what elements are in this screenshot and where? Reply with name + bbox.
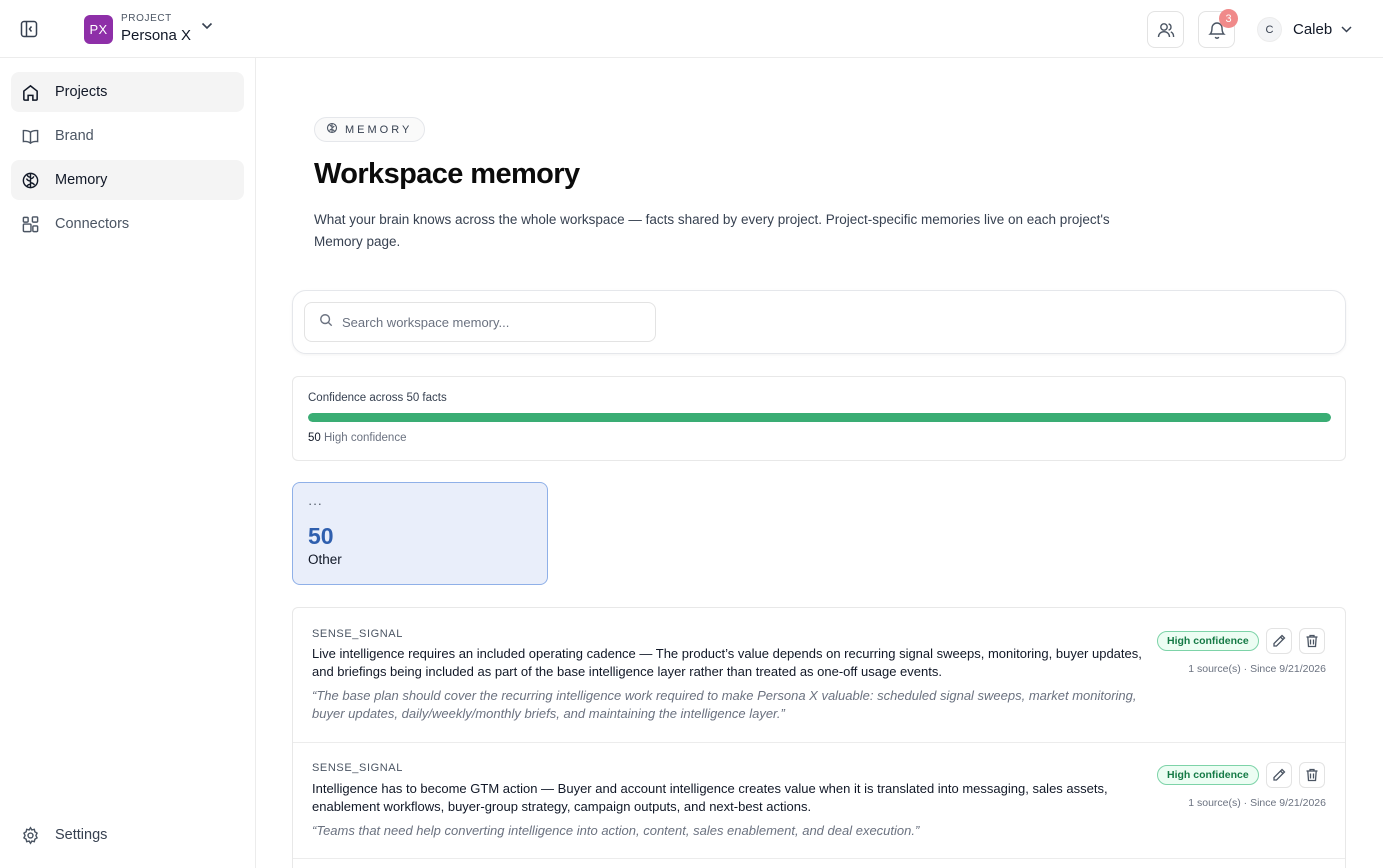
project-avatar: PX bbox=[84, 14, 113, 44]
trash-icon bbox=[1306, 634, 1318, 648]
confidence-title: Confidence across 50 facts bbox=[308, 392, 447, 404]
category-label: Other bbox=[308, 552, 342, 567]
sidebar-item-projects[interactable]: Projects bbox=[11, 72, 244, 112]
project-switcher[interactable]: PX PROJECT Persona X bbox=[84, 12, 213, 46]
project-caption: PROJECT bbox=[121, 13, 172, 24]
sidebar-item-label: Projects bbox=[55, 84, 108, 100]
confidence-card: Confidence across 50 facts 50 High confi… bbox=[292, 376, 1346, 461]
category-count: 50 bbox=[308, 523, 334, 549]
top-bar: PX PROJECT Persona X 3 C Caleb bbox=[0, 0, 1383, 58]
sidebar-item-label: Connectors bbox=[55, 216, 130, 232]
user-name: Caleb bbox=[1293, 21, 1333, 38]
fact-quote: “The base plan should cover the recurrin… bbox=[312, 688, 1137, 721]
sidebar-item-label: Memory bbox=[55, 172, 108, 188]
confidence-badge: High confidence bbox=[1157, 765, 1259, 785]
high-confidence-count: 50 bbox=[308, 432, 321, 444]
sidebar-item-label: Settings bbox=[55, 827, 108, 843]
confidence-legend: 50 High confidence bbox=[308, 432, 406, 444]
team-button[interactable] bbox=[1147, 11, 1184, 48]
notification-count-badge: 3 bbox=[1219, 9, 1238, 28]
edit-button[interactable] bbox=[1266, 628, 1292, 654]
fact-type: SENSE_SIGNAL bbox=[312, 628, 403, 640]
fact-meta: 1 source(s) · Since 9/21/2026 bbox=[1188, 663, 1326, 675]
delete-button[interactable] bbox=[1299, 628, 1325, 654]
sidebar-item-settings[interactable]: Settings bbox=[11, 815, 244, 855]
search-card bbox=[292, 290, 1346, 354]
high-confidence-label: High confidence bbox=[324, 432, 407, 444]
search-icon bbox=[319, 313, 333, 332]
page-title: Workspace memory bbox=[314, 158, 580, 190]
brain-icon bbox=[326, 121, 338, 139]
brain-icon bbox=[20, 170, 40, 190]
connectors-icon bbox=[20, 214, 40, 234]
sidebar: Projects Brand Memory Connectors Setting… bbox=[0, 58, 256, 868]
home-icon bbox=[20, 82, 40, 102]
more-icon: ··· bbox=[308, 496, 323, 511]
book-icon bbox=[20, 126, 40, 146]
users-icon bbox=[1157, 22, 1174, 37]
confidence-badge: High confidence bbox=[1157, 631, 1259, 651]
sidebar-item-label: Brand bbox=[55, 128, 94, 144]
sidebar-item-memory[interactable]: Memory bbox=[11, 160, 244, 200]
search-input[interactable] bbox=[342, 314, 632, 330]
avatar: C bbox=[1257, 17, 1282, 42]
fact-list: SENSE_SIGNAL Live intelligence requires … bbox=[292, 607, 1346, 868]
pencil-icon bbox=[1273, 768, 1286, 781]
pencil-icon bbox=[1273, 634, 1286, 647]
search-box[interactable] bbox=[304, 302, 656, 342]
delete-button[interactable] bbox=[1299, 762, 1325, 788]
user-menu[interactable]: C Caleb bbox=[1257, 17, 1352, 42]
sidebar-item-brand[interactable]: Brand bbox=[11, 116, 244, 156]
page-description: What your brain knows across the whole w… bbox=[314, 212, 1110, 249]
main-content: MEMORY Workspace memory What your brain … bbox=[256, 58, 1383, 868]
fact-body: Live intelligence requires an included o… bbox=[312, 646, 1142, 679]
chevron-down-icon bbox=[1341, 26, 1352, 33]
confidence-bar bbox=[308, 413, 1331, 422]
gear-icon bbox=[20, 825, 40, 845]
sidebar-toggle-icon[interactable] bbox=[18, 18, 40, 40]
chevron-down-icon bbox=[201, 22, 213, 30]
notifications-button[interactable]: 3 bbox=[1198, 9, 1238, 48]
edit-button[interactable] bbox=[1266, 762, 1292, 788]
fact-body: Intelligence has to become GTM action — … bbox=[312, 781, 1108, 814]
sidebar-item-connectors[interactable]: Connectors bbox=[11, 204, 244, 244]
project-name: Persona X bbox=[121, 27, 192, 44]
section-pill-label: MEMORY bbox=[345, 123, 413, 136]
fact-type: SENSE_SIGNAL bbox=[312, 762, 403, 774]
fact-meta: 1 source(s) · Since 9/21/2026 bbox=[1188, 797, 1326, 809]
list-item: SENSE_SIGNAL Intelligence has to become … bbox=[293, 743, 1345, 859]
section-pill: MEMORY bbox=[314, 117, 426, 142]
list-item: SENSE_SIGNAL Live intelligence requires … bbox=[293, 608, 1345, 743]
fact-quote: “Teams that need help converting intelli… bbox=[312, 823, 920, 838]
category-card-other[interactable]: ··· 50 Other bbox=[292, 482, 548, 585]
confidence-bar-fill bbox=[308, 413, 1331, 422]
trash-icon bbox=[1306, 768, 1318, 782]
